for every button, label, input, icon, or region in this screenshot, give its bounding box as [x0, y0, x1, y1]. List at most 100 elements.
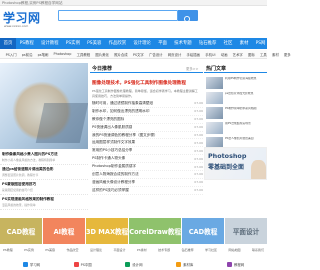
nav-item[interactable]: 设计教程: [37, 38, 62, 49]
nav-item[interactable]: 钻石推荐: [195, 38, 220, 49]
list-item[interactable]: ps给照片添加光影效果: [206, 91, 267, 105]
list-item-date: 07-06: [194, 172, 203, 177]
subnav-item[interactable]: PS入门: [3, 52, 19, 57]
subnav-item[interactable]: 手绘插画: [184, 52, 203, 57]
subnav-item[interactable]: ps笔刷: [35, 52, 51, 57]
photoshop-ad-banner[interactable]: Photoshop 零基础到全面: [204, 147, 267, 180]
list-item[interactable]: 随时可用，通过滤镜制作抽象高清壁纸 07-06: [92, 100, 203, 108]
footer-link[interactable]: 平面设计: [113, 248, 125, 256]
subnav-item[interactable]: 动画: [218, 52, 230, 57]
subnav-item[interactable]: 网页设计: [165, 52, 184, 57]
list-item-title: PS蒙版图层使用技巧: [2, 182, 36, 186]
list-item-date: 07-06: [194, 164, 203, 169]
category-tag[interactable]: 3D MAX教程: [85, 218, 129, 244]
list-item[interactable]: PS制作简单的水彩风格图: [206, 106, 267, 120]
subnav-item[interactable]: 手机UI: [203, 52, 218, 57]
footer-link[interactable]: 学习社区: [205, 248, 217, 256]
list-item-desc: 调整街道照片色调，教程分享: [2, 173, 39, 177]
nav-item[interactable]: 社区: [220, 38, 236, 49]
list-item[interactable]: 运用图层样式制作文字效果 07-06: [92, 139, 203, 148]
nav-item[interactable]: 平面: [155, 38, 171, 49]
list-item-title: 运用图层样式制作文字效果: [92, 140, 136, 145]
ad-subtitle: 零基础到全面: [208, 164, 245, 171]
partner-logo[interactable]: 学习网: [22, 261, 40, 267]
footer-link[interactable]: PS实例: [24, 248, 34, 256]
list-item[interactable]: PS蒙版图层使用技巧 蒙版图层使用的技巧介绍: [0, 180, 88, 195]
footer-link[interactable]: 设计理论: [90, 248, 102, 256]
footer-link[interactable]: 网站地图: [229, 248, 241, 256]
list-item-title: 创意人物海报合成的制作方法: [92, 171, 139, 176]
more-link[interactable]: 更多>>: [186, 66, 198, 71]
footer-link[interactable]: PS美容: [45, 248, 55, 256]
subnav-item[interactable]: 素材: [269, 52, 281, 57]
footer-link[interactable]: 作品欣赏: [67, 248, 79, 256]
logo-icon: [125, 261, 131, 267]
nav-item[interactable]: 技术专题: [170, 38, 195, 49]
list-item[interactable]: 创意人物海报合成的制作方法 07-06: [92, 171, 203, 179]
list-item[interactable]: PS实现漫画风格效果的制作教程 漫画风格的效果，操作简单: [0, 195, 88, 210]
list-item-date: 07-06: [194, 133, 203, 137]
footer-link[interactable]: 技术专题: [158, 248, 170, 256]
nav-item[interactable]: 作品欣赏: [105, 38, 130, 49]
partner-logo[interactable]: 素材库: [176, 261, 193, 267]
list-item-title: 利用PS制作创意海报效果: [225, 77, 257, 80]
subnav-item[interactable]: PS文字: [130, 52, 146, 57]
main-nav: 首页 PS教程 设计教程 PS实例 PS美容 作品欣赏 设计理论 平面 技术专题 钻石推荐 社区 素材…: [0, 38, 267, 49]
list-item-title: PS快速调出人像肌肤质感: [92, 124, 133, 129]
nav-item[interactable]: PS教程: [16, 38, 37, 49]
subnav-item[interactable]: 工具: [257, 52, 269, 57]
list-item[interactable]: 利用PS制作创意海报效果: [206, 76, 267, 90]
subnav-item[interactable]: ps前沿: [19, 52, 35, 57]
category-tag[interactable]: CAD教程: [182, 218, 225, 244]
category-tag[interactable]: CorelDraw教程: [129, 218, 182, 244]
recommend-panel: 今日推荐 更多>> 图像处理技术，PS强化工具制作图像处理教程 PS强化工具制作…: [90, 63, 203, 213]
list-item[interactable]: 漫画风格头像设计教程分享 07-06: [92, 179, 203, 187]
panel-title: 今日推荐: [92, 66, 113, 72]
nav-item[interactable]: 素材: [236, 38, 252, 49]
subnav-item[interactable]: 艺术字: [230, 52, 245, 57]
headline-link[interactable]: 图像处理技术，PS强化工具制作图像处理教程: [92, 80, 186, 86]
nav-item[interactable]: 首页: [0, 38, 16, 49]
list-item[interactable]: 我的PS快速调色的教程分享（图文步骤） 07-06: [92, 132, 203, 140]
partner-logo[interactable]: 设计网: [125, 261, 142, 267]
hot-articles-panel: 热门文章 利用PS制作创意海报效果 ps给照片添加光影效果 PS制作简单的水彩风格图…: [204, 63, 267, 213]
list-item[interactable]: 制作水印，如何做出漂亮的透明水印 07-06: [92, 108, 203, 116]
list-item-title: PS制作卡通人物头像: [92, 156, 126, 161]
list-item[interactable]: Photoshop制作金属质感字 07-06: [92, 163, 203, 172]
partner-logo[interactable]: PS中国: [73, 261, 92, 267]
category-tag[interactable]: AI教程: [42, 218, 85, 244]
subnav-item[interactable]: 图片美化: [93, 52, 112, 57]
list-item-title: ps给照片添加光影效果: [225, 92, 254, 95]
subnav-item[interactable]: 广告设计: [146, 52, 165, 57]
list-item[interactable]: 常用的PS小技巧总结分享 07-06: [92, 147, 203, 156]
list-item[interactable]: 通过ps给街道照片调出美的色彩 调整街道照片色调，教程分享: [0, 165, 88, 180]
list-item[interactable]: PS制作卡通人物头像 07-06: [92, 155, 203, 164]
footer-link[interactable]: PS素材: [137, 248, 147, 256]
nav-item[interactable]: 设计理论: [130, 38, 155, 49]
footer-link[interactable]: 联系我们: [252, 248, 264, 256]
subnav-item[interactable]: Photoshop: [51, 52, 74, 56]
subnav-item[interactable]: 更多: [281, 52, 293, 57]
search-button[interactable]: [178, 10, 198, 24]
list-item[interactable]: 这样的PS技巧必须掌握 07-06: [92, 187, 203, 195]
search-input[interactable]: [58, 10, 178, 21]
footer-link[interactable]: PS教程: [3, 248, 13, 256]
subnav-item[interactable]: 工具教程: [74, 52, 93, 57]
subnav-item[interactable]: 照片合成: [111, 52, 130, 57]
feature-banner-image[interactable]: [0, 63, 88, 149]
list-item[interactable]: 教你做个漂亮的图标 07-06: [92, 116, 203, 124]
nav-item[interactable]: PS网: [252, 38, 269, 49]
nav-item[interactable]: PS美容: [84, 38, 105, 49]
subnav-item[interactable]: 图标: [245, 52, 257, 57]
list-item[interactable]: 用PS合成超现实场景: [206, 121, 267, 135]
list-item[interactable]: 制作像素风格小黄人图片的PS方法 制作小黄人像素风格的方法，教程特别简单: [0, 150, 88, 165]
category-tag[interactable]: 平面设计: [225, 218, 267, 244]
nav-item[interactable]: PS实例: [62, 38, 83, 49]
partner-logo[interactable]: 教程网: [226, 261, 244, 267]
search-icon: [183, 15, 192, 24]
footer-link[interactable]: 钻石推荐: [182, 248, 194, 256]
list-item[interactable]: PS快速调出人像肌肤质感 07-06: [92, 124, 203, 132]
thumbnail-image: [206, 92, 223, 104]
list-item-date: 07-06: [194, 109, 203, 114]
category-tag[interactable]: CAD教程: [0, 218, 42, 244]
